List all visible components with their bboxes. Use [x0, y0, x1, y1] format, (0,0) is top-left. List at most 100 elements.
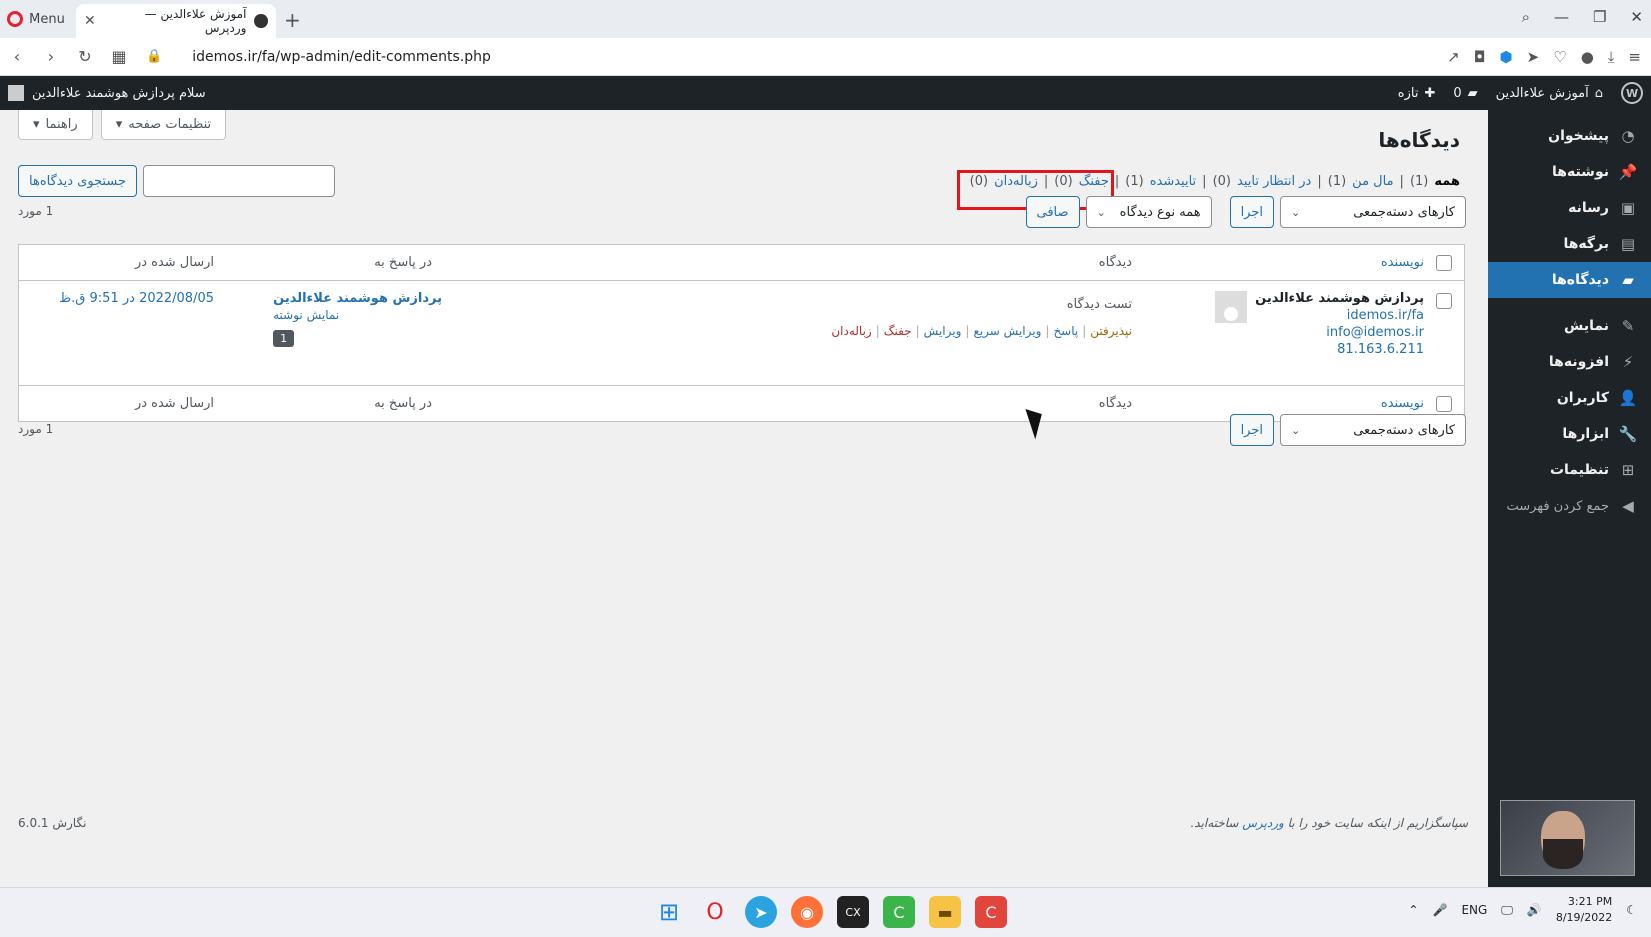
response-post-link[interactable]: پردازش هوشمند علاءالدین [273, 291, 442, 306]
filter-button[interactable]: صافی [1025, 196, 1080, 228]
comment-date-link[interactable]: 2022/08/05 در 9:51 ق.ظ [59, 291, 214, 306]
taskbar-clock[interactable]: 3:21 PM 8/19/2022 [1556, 894, 1612, 926]
sidebar-item-media[interactable]: ▣ رسانه [1488, 190, 1651, 226]
windows-start-icon[interactable]: ⊞ [653, 896, 685, 928]
camera-icon[interactable]: ◘ [1474, 48, 1486, 66]
sidebar-item-posts[interactable]: 📌 نوشته‌ها [1488, 154, 1651, 190]
row-checkbox[interactable] [1436, 293, 1452, 309]
site-name-menu[interactable]: ⌂ آموزش علاءالدین [1496, 86, 1603, 101]
select-all-checkbox-bottom[interactable] [1436, 395, 1452, 412]
screen-options-button[interactable]: تنظیمات صفحه ▾ [100, 110, 227, 140]
browser-tab[interactable]: آموزش علاءالدین — وردپرس ✕ [76, 4, 276, 38]
unapprove-link[interactable]: نپذیرفتن [1090, 324, 1132, 338]
network-icon[interactable]: 🖵 [1501, 903, 1513, 918]
filter-approved[interactable]: تاییدشده [1150, 174, 1196, 189]
window-controls: ⌕ — ❐ ✕ [1522, 8, 1643, 26]
sidebar-item-dashboard[interactable]: ◔ پیشخوان [1488, 118, 1651, 154]
telegram-icon[interactable]: ➤ [745, 896, 777, 928]
comment-count-bubble[interactable]: 1 [273, 330, 295, 347]
opera-menu-button[interactable]: Menu [0, 0, 72, 38]
sidebar-item-comments[interactable]: ▰ دیدگاه‌ها [1480, 262, 1651, 298]
easy-setup-icon[interactable]: ≡ [1628, 48, 1641, 66]
volume-icon[interactable]: 🔊 [1527, 903, 1542, 917]
column-author[interactable]: نویسنده [1381, 255, 1424, 270]
comment-type-select[interactable]: همه نوع دیدگاه ⌄ [1085, 196, 1212, 228]
sidebar-item-settings[interactable]: ⊞ تنظیمات [1488, 452, 1651, 488]
sidebar-item-label: افزونه‌ها [1548, 354, 1609, 370]
column-comment: دیدگاه [1098, 396, 1132, 411]
moon-icon[interactable]: ☾ [1626, 903, 1637, 917]
new-content-menu[interactable]: ✚ تازه [1398, 86, 1436, 101]
search-tabs-icon[interactable]: ⌕ [1522, 8, 1530, 26]
edit-link[interactable]: ویرایش [924, 324, 962, 338]
recorder-icon[interactable]: C [975, 896, 1007, 928]
collapse-menu-button[interactable]: ◀ جمع کردن فهرست [1488, 488, 1651, 524]
sidebar-item-label: رسانه [1568, 200, 1609, 216]
share-icon[interactable]: ↗ [1447, 48, 1460, 66]
bulk-actions-select-bottom[interactable]: کارهای دسته‌جمعی ⌄ [1280, 414, 1466, 446]
opera-taskbar-icon[interactable]: O [699, 896, 731, 928]
new-tab-icon[interactable]: + [284, 8, 301, 32]
heart-icon[interactable]: ♡ [1553, 48, 1566, 66]
search-comments-button[interactable]: جستجوی دیدگاه‌ها [18, 165, 137, 197]
account-icon[interactable]: ● [1581, 48, 1594, 66]
column-author[interactable]: نویسنده [1381, 396, 1424, 411]
search-input[interactable] [142, 165, 335, 197]
sidebar-item-label: برگه‌ها [1563, 236, 1609, 252]
trash-link[interactable]: زباله‌دان [831, 324, 871, 338]
author-url-link[interactable]: idemos.ir/fa [1255, 308, 1424, 323]
sidebar-item-pages[interactable]: ▤ برگه‌ها [1488, 226, 1651, 262]
firefox-icon[interactable]: ◉ [791, 896, 823, 928]
comments-menu[interactable]: ▰ 0 [1453, 86, 1477, 101]
sidebar-item-tools[interactable]: 🔧 ابزارها [1488, 416, 1651, 452]
shield-icon[interactable]: ⬢ [1500, 48, 1513, 66]
camtasia-icon[interactable]: C [883, 896, 915, 928]
wordpress-link[interactable]: وردپرس [1242, 816, 1284, 830]
restore-icon[interactable]: ❐ [1593, 8, 1606, 26]
tabs-grid-icon[interactable]: ▦ [102, 47, 136, 66]
author-ip-link[interactable]: 81.163.6.211 [1255, 342, 1424, 357]
filter-mine[interactable]: مال من [1352, 174, 1393, 189]
comment-block: تست دیدگاه نپذیرفتن | پاسخ | ویرایش سریع | … [831, 297, 1132, 338]
view-post-link[interactable]: نمایش نوشته [273, 308, 339, 322]
minimize-icon[interactable]: — [1554, 8, 1569, 26]
lock-icon[interactable]: 🔒 [146, 49, 162, 64]
microphone-icon[interactable]: 🎤 [1432, 903, 1447, 917]
language-indicator[interactable]: ENG [1461, 903, 1487, 917]
terminal-icon[interactable]: CX [837, 896, 869, 928]
separator: | [1082, 324, 1087, 338]
separator: | [1045, 324, 1050, 338]
avatar-silhouette-icon [1224, 307, 1239, 321]
tablenav-top: کارهای دسته‌جمعی ⌄ اجرا همه نوع دیدگاه ⌄… [1025, 196, 1466, 228]
apply-button-bottom[interactable]: اجرا [1229, 414, 1274, 446]
bulk-actions-select[interactable]: کارهای دسته‌جمعی ⌄ [1280, 196, 1466, 228]
filter-mine-count: (1) [1327, 174, 1347, 189]
quick-edit-link[interactable]: ویرایش سریع [973, 324, 1041, 338]
select-all-checkbox[interactable] [1436, 254, 1452, 271]
close-window-icon[interactable]: ✕ [1630, 8, 1643, 26]
chevron-up-icon[interactable]: ⌃ [1408, 903, 1418, 917]
my-account-menu[interactable]: سلام پردازش هوشمند علاءالدین [8, 85, 206, 101]
spam-link[interactable]: جفنگ [884, 324, 912, 338]
bulk-actions-value: کارهای دسته‌جمعی [1353, 204, 1455, 220]
row-actions: نپذیرفتن | پاسخ | ویرایش سریع | ویرایش | جفن… [831, 324, 1132, 338]
apply-button[interactable]: اجرا [1229, 196, 1274, 228]
url-field[interactable]: idemos.ir/fa/wp-admin/edit-comments.php [192, 49, 491, 65]
filter-all[interactable]: همه [1434, 174, 1460, 189]
forward-icon[interactable]: › [34, 47, 68, 66]
sidebar-item-appearance[interactable]: ✎ نمایش [1488, 308, 1651, 344]
wp-logo-menu[interactable]: W [1621, 82, 1643, 104]
reply-link[interactable]: پاسخ [1053, 324, 1078, 338]
close-tab-icon[interactable]: ✕ [84, 13, 96, 29]
sidebar-item-users[interactable]: 👤 کاربران [1488, 380, 1651, 416]
back-icon[interactable]: ‹ [0, 47, 34, 66]
send-icon[interactable]: ➤ [1527, 48, 1540, 66]
author-email-link[interactable]: info@idemos.ir [1255, 325, 1424, 340]
help-button[interactable]: راهنما ▾ [18, 110, 93, 140]
download-icon[interactable]: ⤓ [1608, 48, 1615, 66]
sidebar-item-plugins[interactable]: ⚡ افزونه‌ها [1488, 344, 1651, 380]
reload-icon[interactable]: ↻ [68, 47, 102, 66]
separator: | [1202, 174, 1207, 189]
filter-pending[interactable]: در انتظار تایید [1237, 174, 1311, 189]
file-explorer-icon[interactable]: ▬ [929, 896, 961, 928]
